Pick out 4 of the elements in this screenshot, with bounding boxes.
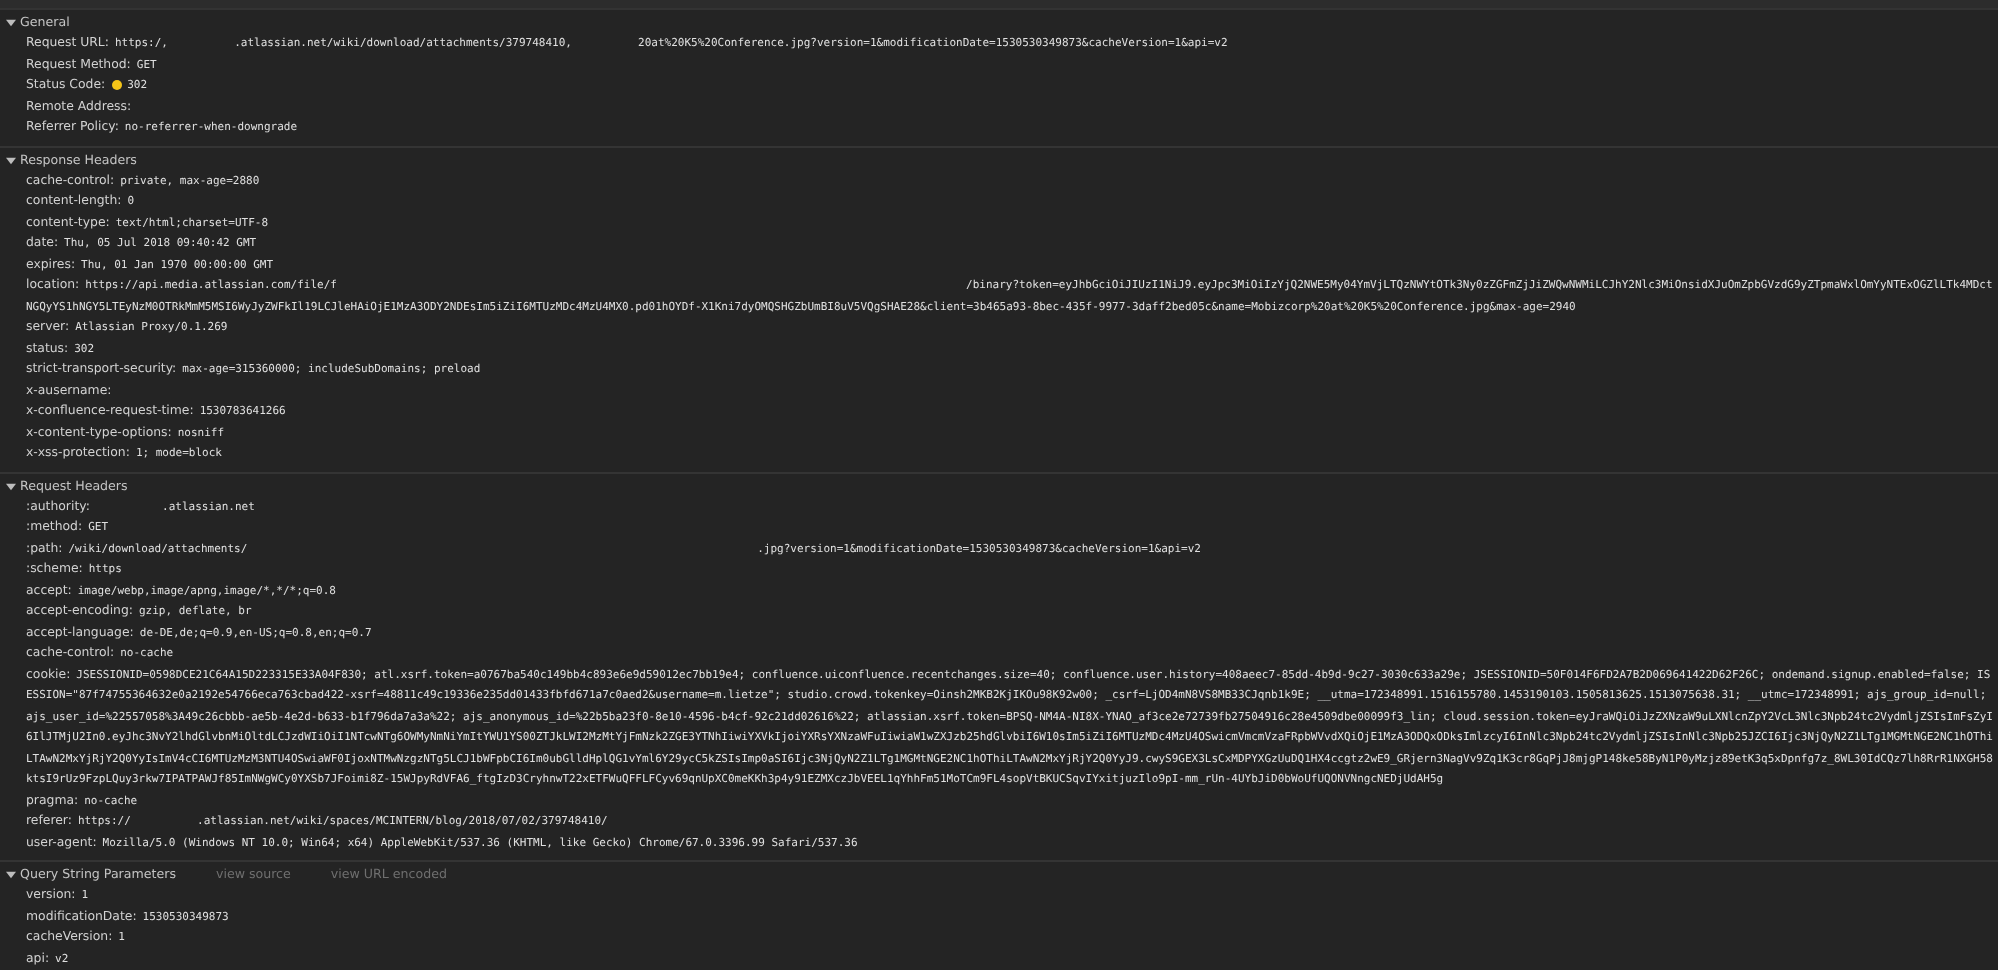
- disclosure-triangle-icon[interactable]: [6, 18, 16, 28]
- disclosure-triangle-icon[interactable]: [6, 481, 16, 491]
- disclosure-triangle-icon[interactable]: [6, 870, 16, 880]
- disclosure-triangle-icon[interactable]: [6, 155, 16, 165]
